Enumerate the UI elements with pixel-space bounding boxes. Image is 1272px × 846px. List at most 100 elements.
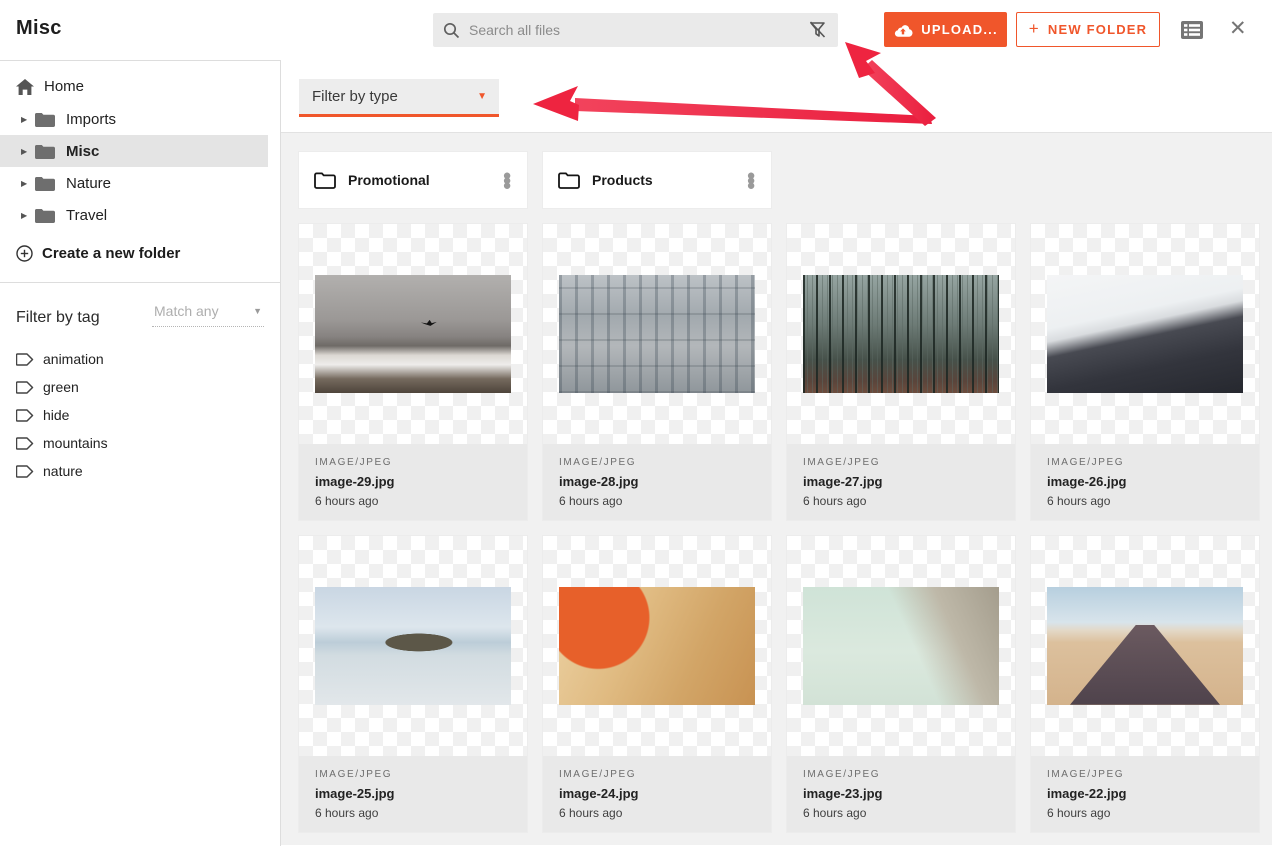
tag-icon [16,381,34,394]
photo-concrete-building-mint-sky [803,587,999,705]
tag-item-hide[interactable]: hide [16,401,264,429]
filter-by-tag-header: Filter by tag Match any ▼ [0,283,280,331]
file-thumbnail [787,536,1015,756]
photo-boardwalk-pier-beach [1047,587,1243,705]
sidebar-item-travel[interactable]: ▶ Travel [0,199,280,231]
sidebar-home-label: Home [44,78,84,95]
sidebar-item-home[interactable]: Home [0,61,280,103]
sidebar-folder-label: Travel [66,207,107,224]
file-type-label: IMAGE/JPEG [559,457,755,468]
file-name-label: image-26.jpg [1047,474,1243,489]
folder-icon [35,144,55,159]
main-content: Filter by type ▼ Promotional ●●● Product… [281,60,1272,846]
caret-right-icon[interactable]: ▶ [21,115,35,124]
file-thumbnail [1031,536,1259,756]
file-meta: IMAGE/JPEG image-24.jpg 6 hours ago [543,756,771,832]
file-time-label: 6 hours ago [315,806,511,820]
caret-right-icon[interactable]: ▶ [21,211,35,220]
file-type-label: IMAGE/JPEG [803,457,999,468]
sidebar-item-misc[interactable]: ▶ Misc [0,135,268,167]
match-any-value: Match any [154,303,219,319]
file-type-label: IMAGE/JPEG [1047,769,1243,780]
file-meta: IMAGE/JPEG image-25.jpg 6 hours ago [299,756,527,832]
tag-label: nature [43,463,83,479]
folder-card-promotional[interactable]: Promotional ●●● [299,152,527,208]
search-input[interactable] [469,22,808,38]
top-bar: Misc UPLOAD... + NEW FOLDER ✕ [0,0,1272,60]
caret-right-icon[interactable]: ▶ [21,147,35,156]
kebab-menu-icon[interactable]: ●●● [743,173,759,188]
home-icon [16,79,34,95]
tag-item-mountains[interactable]: mountains [16,429,264,457]
tag-item-green[interactable]: green [16,373,264,401]
file-card-image-23.jpg[interactable]: IMAGE/JPEG image-23.jpg 6 hours ago [787,536,1015,832]
close-icon[interactable]: ✕ [1229,18,1247,40]
filter-by-type-dropdown[interactable]: Filter by type ▼ [299,79,499,117]
photo-orange-chair-wooden-desk [559,587,755,705]
tag-item-animation[interactable]: animation [16,345,264,373]
tag-label: animation [43,351,104,367]
search-filter-icon[interactable] [808,20,828,40]
file-type-label: IMAGE/JPEG [559,769,755,780]
filter-by-tag-label: Filter by tag [16,309,100,327]
tag-icon [16,353,34,366]
file-card-image-24.jpg[interactable]: IMAGE/JPEG image-24.jpg 6 hours ago [543,536,771,832]
file-time-label: 6 hours ago [559,494,755,508]
cloud-upload-icon [893,23,913,37]
folder-outline-icon [558,172,580,189]
file-card-image-25.jpg[interactable]: IMAGE/JPEG image-25.jpg 6 hours ago [299,536,527,832]
folder-outline-icon [314,172,336,189]
tag-icon [16,409,34,422]
caret-right-icon[interactable]: ▶ [21,179,35,188]
file-time-label: 6 hours ago [1047,494,1243,508]
tag-list: animation green hide mountains nature [0,331,280,485]
file-thumbnail [543,536,771,756]
sidebar-folder-label: Nature [66,175,111,192]
folder-card-name: Promotional [348,172,499,188]
file-card-image-22.jpg[interactable]: IMAGE/JPEG image-22.jpg 6 hours ago [1031,536,1259,832]
file-meta: IMAGE/JPEG image-27.jpg 6 hours ago [787,444,1015,520]
file-name-label: image-22.jpg [1047,786,1243,801]
tag-item-nature[interactable]: nature [16,457,264,485]
new-folder-button[interactable]: + NEW FOLDER [1016,12,1160,47]
file-time-label: 6 hours ago [1047,806,1243,820]
search-bar[interactable] [433,13,838,47]
list-view-toggle-icon[interactable] [1180,19,1204,41]
file-thumbnail [1031,224,1259,444]
file-time-label: 6 hours ago [803,806,999,820]
file-card-image-27.jpg[interactable]: IMAGE/JPEG image-27.jpg 6 hours ago [787,224,1015,520]
new-folder-button-label: NEW FOLDER [1048,22,1147,37]
upload-button[interactable]: UPLOAD... [884,12,1007,47]
file-name-label: image-23.jpg [803,786,999,801]
search-icon [443,22,460,39]
sidebar: Home ▶ Imports ▶ Misc ▶ Nature ▶ Travel [0,60,281,846]
plus-icon: + [1029,19,1040,39]
file-type-label: IMAGE/JPEG [315,769,511,780]
sidebar-folder-list: ▶ Imports ▶ Misc ▶ Nature ▶ Travel [0,103,280,231]
file-thumbnail [543,224,771,444]
file-meta: IMAGE/JPEG image-23.jpg 6 hours ago [787,756,1015,832]
file-thumbnail [299,536,527,756]
create-new-folder-button[interactable]: Create a new folder [0,231,280,262]
sidebar-item-imports[interactable]: ▶ Imports [0,103,280,135]
chevron-down-icon: ▼ [253,306,262,316]
tag-label: green [43,379,79,395]
file-card-image-28.jpg[interactable]: IMAGE/JPEG image-28.jpg 6 hours ago [543,224,771,520]
file-card-image-29.jpg[interactable]: IMAGE/JPEG image-29.jpg 6 hours ago [299,224,527,520]
file-time-label: 6 hours ago [559,806,755,820]
kebab-menu-icon[interactable]: ●●● [499,173,515,188]
file-meta: IMAGE/JPEG image-29.jpg 6 hours ago [299,444,527,520]
file-card-image-26.jpg[interactable]: IMAGE/JPEG image-26.jpg 6 hours ago [1031,224,1259,520]
folder-card-products[interactable]: Products ●●● [543,152,771,208]
upload-button-label: UPLOAD... [921,22,998,37]
sidebar-folder-label: Misc [66,143,99,160]
match-any-select[interactable]: Match any ▼ [152,303,264,327]
photo-weathered-building-wall [559,275,755,393]
file-time-label: 6 hours ago [803,494,999,508]
photo-foggy-forest-path [803,275,999,393]
sidebar-item-nature[interactable]: ▶ Nature [0,167,280,199]
folder-icon [35,208,55,223]
file-name-label: image-27.jpg [803,474,999,489]
file-meta: IMAGE/JPEG image-28.jpg 6 hours ago [543,444,771,520]
chevron-down-icon: ▼ [477,91,487,102]
